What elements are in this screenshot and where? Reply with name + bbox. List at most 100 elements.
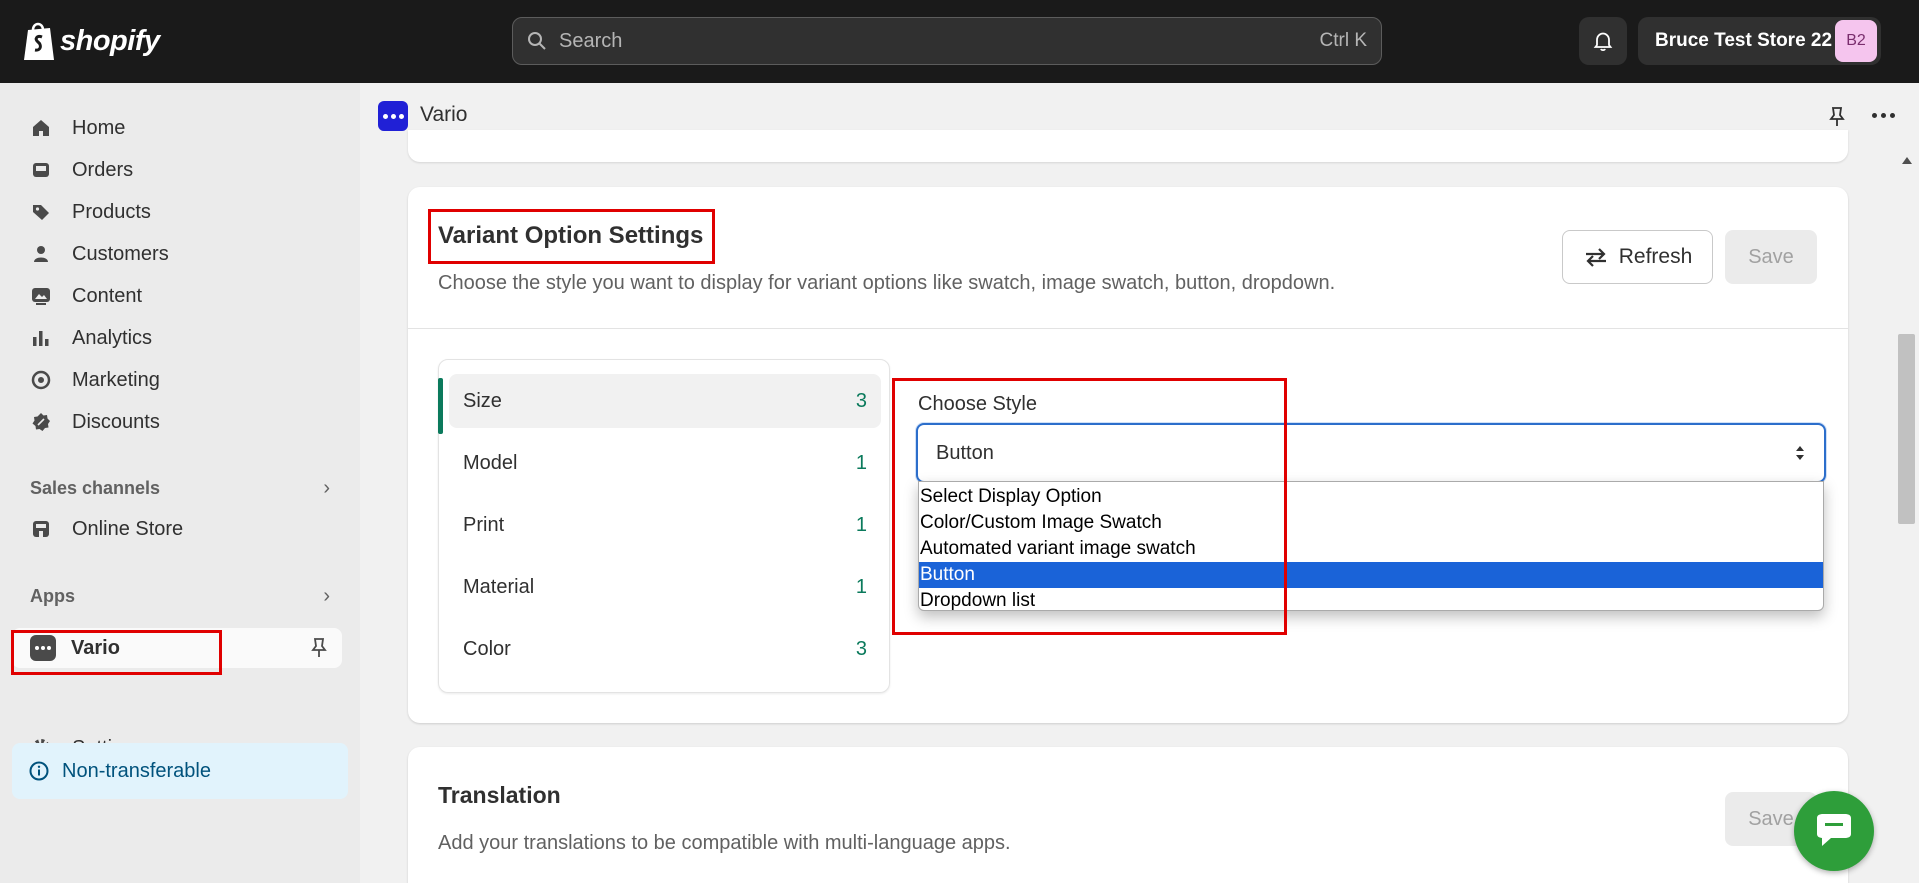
active-indicator — [438, 378, 443, 434]
sidebar-item-customers[interactable]: Customers — [30, 234, 169, 274]
refresh-label: Refresh — [1618, 245, 1693, 268]
option-count: 3 — [855, 637, 867, 660]
sidebar-item-orders[interactable]: Orders — [30, 150, 133, 190]
more-actions-icon[interactable] — [1872, 113, 1895, 118]
option-name: Size — [463, 389, 502, 412]
sidebar-item-analytics[interactable]: Analytics — [30, 318, 152, 358]
sidebar-item-vario[interactable]: Vario — [12, 628, 342, 668]
sidebar-item-label: Analytics — [72, 326, 153, 349]
sidebar-item-label: Customers — [72, 242, 169, 265]
home-icon — [33, 120, 49, 136]
divider — [408, 328, 1848, 329]
list-item[interactable]: Size 3 — [449, 374, 881, 428]
brand-name: shopify — [60, 24, 160, 57]
chevron-right-icon: › — [323, 585, 330, 607]
previous-card — [408, 130, 1848, 162]
sidebar-item-label: Orders — [72, 158, 134, 181]
sidebar-item-marketing[interactable]: Marketing — [30, 360, 160, 400]
variant-option-settings-card: Variant Option Settings Choose the style… — [408, 187, 1848, 723]
bar-chart-icon — [33, 331, 49, 346]
dropdown-option[interactable]: Color/Custom Image Swatch — [919, 510, 1823, 536]
chat-button[interactable] — [1794, 791, 1874, 871]
image-icon — [32, 288, 50, 305]
selected-style: Button — [936, 441, 994, 464]
store-name: Bruce Test Store 22 — [1655, 30, 1833, 51]
sales-channels-heading: Sales channels — [30, 478, 161, 498]
dropdown-option[interactable]: Dropdown list — [919, 588, 1823, 614]
chevron-right-icon: › — [323, 477, 330, 499]
sidebar-item-products[interactable]: Products — [30, 192, 151, 232]
pin-icon[interactable] — [308, 636, 330, 660]
translation-card: Translation Add your translations to be … — [408, 747, 1848, 883]
vario-app-icon — [30, 635, 56, 661]
select-arrows-icon — [1796, 446, 1804, 460]
option-name: Print — [463, 513, 505, 536]
option-count: 1 — [855, 513, 867, 536]
list-item[interactable]: Print 1 — [449, 498, 881, 552]
sidebar-item-discounts[interactable]: Discounts — [30, 402, 160, 442]
app-title: Vario — [420, 103, 468, 126]
card-title: Variant Option Settings — [438, 222, 704, 249]
sidebar: Home Orders Products Customers Content A… — [0, 83, 360, 883]
option-count: 1 — [855, 575, 867, 598]
card-title: Translation — [438, 782, 561, 808]
info-icon — [29, 761, 49, 781]
scroll-up-arrow-icon[interactable] — [1902, 157, 1912, 164]
sidebar-item-home[interactable]: Home — [30, 108, 125, 148]
sidebar-item-label: Discounts — [72, 410, 160, 433]
target-icon — [31, 370, 51, 390]
sidebar-item-content[interactable]: Content — [30, 276, 142, 316]
sidebar-item-label: Online Store — [72, 517, 184, 540]
sidebar-item-label: Products — [72, 200, 151, 223]
style-dropdown-list: Select Display Option Color/Custom Image… — [918, 481, 1824, 611]
card-subtitle: Choose the style you want to display for… — [438, 272, 1336, 294]
option-count: 1 — [855, 451, 867, 474]
store-menu-button[interactable]: Bruce Test Store 22 B2 — [1638, 17, 1881, 65]
sidebar-item-label: Home — [72, 116, 126, 139]
search-bar[interactable]: Search Ctrl K — [512, 17, 1382, 65]
sidebar-item-online-store[interactable]: Online Store — [30, 509, 183, 549]
option-name: Material — [463, 575, 535, 598]
variant-options-list: Size 3 Model 1 Print 1 Material 1 Color … — [438, 359, 890, 693]
inbox-icon — [33, 163, 49, 177]
sales-channels-section[interactable]: Sales channels › — [30, 477, 330, 500]
list-item[interactable]: Model 1 — [449, 436, 881, 490]
scroll-thumb[interactable] — [1898, 334, 1915, 524]
apps-section[interactable]: Apps › — [30, 585, 330, 608]
search-placeholder: Search — [559, 29, 623, 52]
shopify-logo[interactable]: shopify — [22, 20, 160, 62]
non-transferable-banner[interactable]: Non-transferable — [12, 743, 348, 799]
store-icon — [33, 521, 49, 537]
discount-icon — [32, 413, 50, 431]
sidebar-item-label: Vario — [71, 636, 120, 659]
list-item[interactable]: Material 1 — [449, 560, 881, 614]
pin-icon[interactable] — [1826, 105, 1848, 129]
bell-icon — [1593, 32, 1613, 52]
choose-style-label: Choose Style — [918, 393, 1037, 415]
dropdown-option[interactable]: Automated variant image swatch — [919, 536, 1823, 562]
sidebar-item-label: Content — [72, 284, 143, 307]
chat-bubble-icon — [1817, 814, 1851, 846]
apps-heading: Apps — [30, 586, 75, 606]
option-name: Color — [463, 637, 511, 660]
scrollbar[interactable] — [1895, 149, 1919, 883]
notifications-button[interactable] — [1579, 17, 1627, 65]
refresh-button[interactable]: Refresh — [1562, 230, 1713, 284]
sidebar-item-label: Marketing — [72, 368, 160, 391]
dropdown-option-selected[interactable]: Button — [919, 562, 1823, 588]
option-name: Model — [463, 451, 518, 474]
search-icon — [528, 32, 546, 50]
list-item[interactable]: Color 3 — [449, 622, 881, 676]
non-transferable-label: Non-transferable — [62, 759, 211, 782]
refresh-arrows-icon — [1585, 248, 1606, 267]
save-button[interactable]: Save — [1725, 230, 1817, 284]
style-select[interactable]: Button — [916, 423, 1826, 483]
tag-icon — [33, 205, 49, 220]
search-shortcut: Ctrl K — [1319, 30, 1368, 51]
option-count: 3 — [855, 389, 867, 412]
dropdown-option[interactable]: Select Display Option — [919, 484, 1823, 510]
top-bar: shopify Search Ctrl K Bruce Test Store 2… — [0, 0, 1919, 83]
card-subtitle: Add your translations to be compatible w… — [438, 832, 1011, 854]
avatar: B2 — [1835, 20, 1877, 62]
person-icon — [34, 246, 48, 262]
